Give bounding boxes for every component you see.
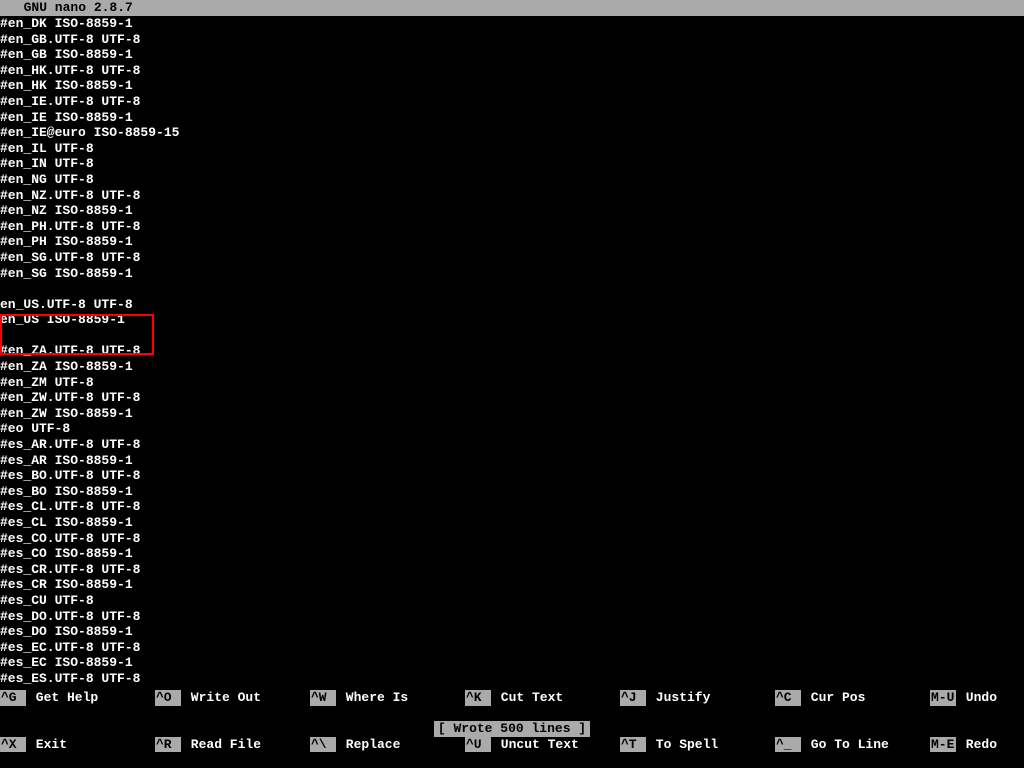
editor-line[interactable]: #en_GB ISO-8859-1 — [0, 47, 1024, 63]
help-item: M-U Undo — [930, 690, 1024, 706]
shortcut-key[interactable]: ^R — [155, 737, 181, 753]
app-name: GNU nano 2.8.7 — [0, 0, 133, 16]
editor-line[interactable] — [0, 281, 1024, 297]
editor-line[interactable]: #en_NZ ISO-8859-1 — [0, 203, 1024, 219]
editor-line[interactable]: #en_ZA ISO-8859-1 — [0, 359, 1024, 375]
editor-line[interactable]: #en_IE@euro ISO-8859-15 — [0, 125, 1024, 141]
editor-line[interactable]: #en_IN UTF-8 — [0, 156, 1024, 172]
help-item: ^O Write Out — [155, 690, 310, 706]
editor-line[interactable]: #es_CL ISO-8859-1 — [0, 515, 1024, 531]
editor-line[interactable]: #en_IE ISO-8859-1 — [0, 110, 1024, 126]
editor-line[interactable]: #en_ZM UTF-8 — [0, 375, 1024, 391]
help-item: M-E Redo — [930, 737, 1024, 753]
help-item: ^C Cur Pos — [775, 690, 930, 706]
help-item: ^\ Replace — [310, 737, 465, 753]
editor-line[interactable]: #en_ZA.UTF-8 UTF-8 — [0, 343, 1024, 359]
shortcut-label: Undo — [958, 690, 997, 706]
shortcut-key[interactable]: ^U — [465, 737, 491, 753]
editor-area[interactable]: #en_DK ISO-8859-1#en_GB.UTF-8 UTF-8#en_G… — [0, 16, 1024, 687]
shortcut-label: Go To Line — [803, 737, 889, 753]
editor-line[interactable]: #es_CR ISO-8859-1 — [0, 577, 1024, 593]
editor-line[interactable]: #eo UTF-8 — [0, 421, 1024, 437]
editor-line[interactable]: #en_PH.UTF-8 UTF-8 — [0, 219, 1024, 235]
shortcut-label: Cur Pos — [803, 690, 865, 706]
help-bar: ^G Get Help^O Write Out^W Where Is^K Cut… — [0, 659, 1024, 768]
editor-line[interactable]: #es_CU UTF-8 — [0, 593, 1024, 609]
shortcut-label: To Spell — [648, 737, 718, 753]
title-right-pad — [924, 0, 1024, 16]
shortcut-key[interactable]: ^C — [775, 690, 801, 706]
shortcut-key[interactable]: ^K — [465, 690, 491, 706]
shortcut-label: Write Out — [183, 690, 261, 706]
editor-line[interactable]: #en_IL UTF-8 — [0, 141, 1024, 157]
editor-line[interactable]: #en_HK ISO-8859-1 — [0, 78, 1024, 94]
help-item: ^T To Spell — [620, 737, 775, 753]
shortcut-label: Uncut Text — [493, 737, 579, 753]
editor-line[interactable]: #es_DO.UTF-8 UTF-8 — [0, 609, 1024, 625]
help-item: ^K Cut Text — [465, 690, 620, 706]
editor-line[interactable]: #es_BO ISO-8859-1 — [0, 484, 1024, 500]
help-item: ^W Where Is — [310, 690, 465, 706]
help-item: ^X Exit — [0, 737, 155, 753]
help-row-2: ^X Exit^R Read File^\ Replace^U Uncut Te… — [0, 737, 1024, 753]
shortcut-key[interactable]: M-E — [930, 737, 956, 753]
shortcut-label: Cut Text — [493, 690, 563, 706]
editor-line[interactable]: #en_SG.UTF-8 UTF-8 — [0, 250, 1024, 266]
shortcut-label: Exit — [28, 737, 67, 753]
shortcut-label: Read File — [183, 737, 261, 753]
editor-line[interactable]: en_US.UTF-8 UTF-8 — [0, 297, 1024, 313]
shortcut-label: Justify — [648, 690, 710, 706]
editor-line[interactable]: #es_AR.UTF-8 UTF-8 — [0, 437, 1024, 453]
file-label: File: — [462, 16, 501, 31]
editor-line[interactable]: #es_CR.UTF-8 UTF-8 — [0, 562, 1024, 578]
editor-line[interactable]: #en_IE.UTF-8 UTF-8 — [0, 94, 1024, 110]
editor-line[interactable]: #en_NG UTF-8 — [0, 172, 1024, 188]
editor-line[interactable]: #en_ZW.UTF-8 UTF-8 — [0, 390, 1024, 406]
editor-line[interactable]: #en_NZ.UTF-8 UTF-8 — [0, 188, 1024, 204]
editor-line[interactable]: #es_CO.UTF-8 UTF-8 — [0, 531, 1024, 547]
shortcut-label: Get Help — [28, 690, 98, 706]
editor-line[interactable]: #es_EC.UTF-8 UTF-8 — [0, 640, 1024, 656]
shortcut-key[interactable]: M-U — [930, 690, 956, 706]
editor-line[interactable]: #es_CO ISO-8859-1 — [0, 546, 1024, 562]
shortcut-label: Replace — [338, 737, 400, 753]
editor-line[interactable]: #en_GB.UTF-8 UTF-8 — [0, 32, 1024, 48]
editor-line[interactable]: #es_BO.UTF-8 UTF-8 — [0, 468, 1024, 484]
help-item: ^J Justify — [620, 690, 775, 706]
file-path: File: /etc/locale.gen — [133, 0, 924, 16]
help-item: ^U Uncut Text — [465, 737, 620, 753]
editor-line[interactable]: #es_CL.UTF-8 UTF-8 — [0, 499, 1024, 515]
help-item: ^R Read File — [155, 737, 310, 753]
editor-line[interactable]: #es_DO ISO-8859-1 — [0, 624, 1024, 640]
shortcut-label: Redo — [958, 737, 997, 753]
shortcut-key[interactable]: ^_ — [775, 737, 801, 753]
editor-line[interactable]: #en_SG ISO-8859-1 — [0, 266, 1024, 282]
shortcut-label: Where Is — [338, 690, 408, 706]
file-path-value: /etc/locale.gen — [509, 16, 626, 31]
editor-line[interactable]: #es_AR ISO-8859-1 — [0, 453, 1024, 469]
shortcut-key[interactable]: ^G — [0, 690, 26, 706]
help-item: ^_ Go To Line — [775, 737, 930, 753]
editor-line[interactable]: #en_HK.UTF-8 UTF-8 — [0, 63, 1024, 79]
shortcut-key[interactable]: ^W — [310, 690, 336, 706]
title-bar: GNU nano 2.8.7 File: /etc/locale.gen — [0, 0, 1024, 16]
shortcut-key[interactable]: ^O — [155, 690, 181, 706]
help-item: ^G Get Help — [0, 690, 155, 706]
shortcut-key[interactable]: ^T — [620, 737, 646, 753]
editor-line[interactable]: #en_PH ISO-8859-1 — [0, 234, 1024, 250]
help-row-1: ^G Get Help^O Write Out^W Where Is^K Cut… — [0, 690, 1024, 706]
editor-line[interactable] — [0, 328, 1024, 344]
editor-line[interactable]: en_US ISO-8859-1 — [0, 312, 1024, 328]
shortcut-key[interactable]: ^X — [0, 737, 26, 753]
shortcut-key[interactable]: ^\ — [310, 737, 336, 753]
shortcut-key[interactable]: ^J — [620, 690, 646, 706]
editor-line[interactable]: #en_ZW ISO-8859-1 — [0, 406, 1024, 422]
